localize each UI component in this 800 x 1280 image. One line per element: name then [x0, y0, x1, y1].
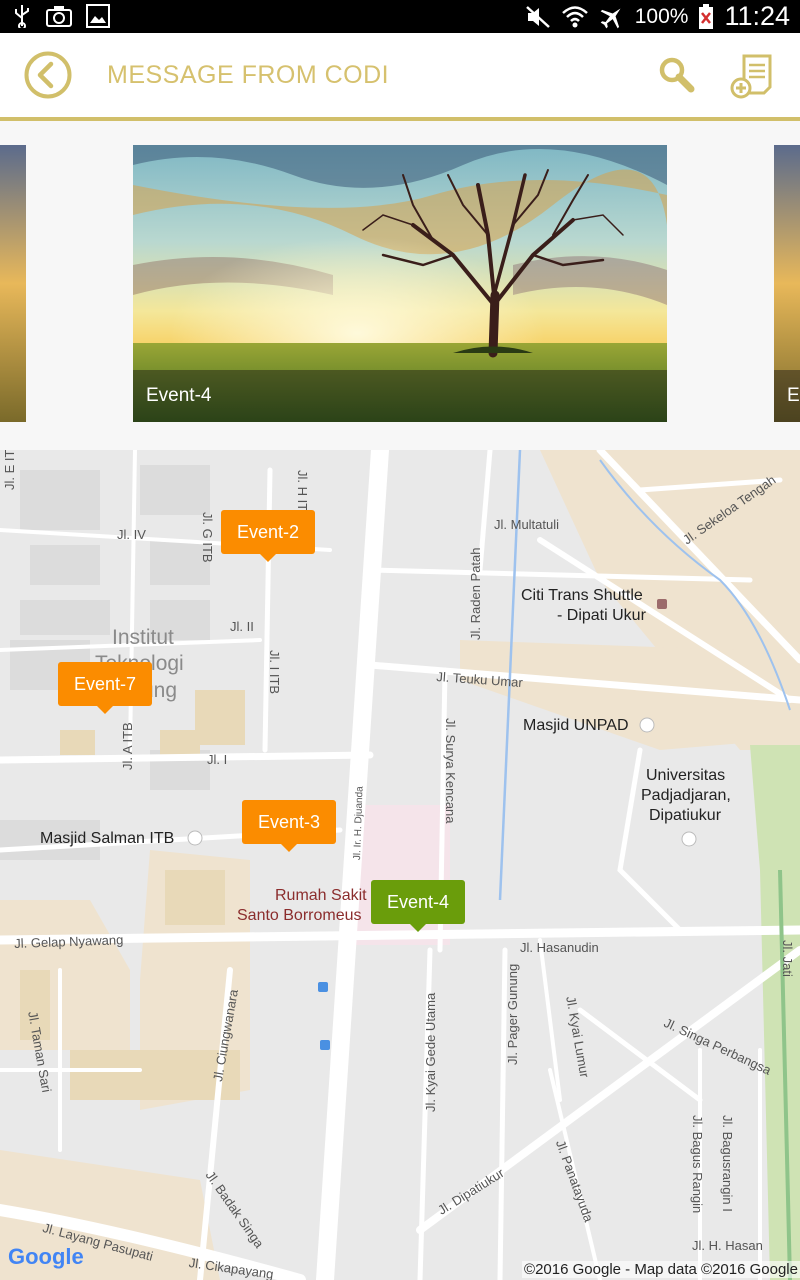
map-street-label: Jl. E ITB — [2, 450, 17, 490]
slide-caption-text: Event-4 — [146, 385, 212, 406]
map-marker-event-7[interactable]: Event-7 — [58, 662, 152, 714]
map-street-label: Jl. Bagusrangin I — [720, 1115, 735, 1212]
marker-label: Event-3 — [257, 812, 321, 832]
google-logo-text: Google — [8, 1244, 84, 1269]
map-street-label: Jl. Pager Gunung — [505, 963, 520, 1065]
marker-label: Event-7 — [73, 674, 137, 694]
map-place-label: Universitas — [646, 767, 726, 784]
map-street-label: Jl. II — [230, 619, 254, 634]
carousel-slide-current[interactable]: Event-4 — [133, 145, 667, 422]
event-carousel[interactable]: Event-4 E — [0, 121, 800, 450]
map-place-label: - Dipati Ukur — [557, 607, 646, 624]
back-button[interactable] — [24, 51, 72, 99]
map-base — [0, 450, 800, 1280]
map-street-label: Jl. Multatuli — [494, 517, 560, 532]
status-bar: 100% 11:24 — [0, 0, 800, 33]
mute-icon — [525, 5, 550, 28]
map-marker-event-4[interactable]: Event-4 — [371, 880, 465, 932]
usb-icon — [15, 5, 29, 28]
event-image — [0, 145, 26, 422]
camera-icon — [46, 6, 72, 27]
map-street-label: Jl. I ITB — [267, 650, 282, 695]
map-place-label: Masjid Salman ITB — [40, 830, 175, 847]
status-right-icons: 100% 11:24 — [525, 0, 790, 33]
wifi-icon — [561, 5, 588, 27]
battery-percent: 100% — [634, 4, 689, 28]
map-view[interactable]: Institut Teknologi ung Citi Trans Shuttl… — [0, 450, 800, 1280]
back-icon — [24, 51, 72, 99]
map-street-label: Jl. I — [207, 752, 228, 767]
map-copyright: ©2016 Google - Map data ©2016 Google — [522, 1261, 800, 1278]
map-street-label: Jl. G ITB — [200, 512, 215, 563]
map-street-label: Jl. H. Hasan — [692, 1238, 763, 1253]
image-icon — [86, 4, 110, 28]
marker-label: Event-2 — [236, 522, 300, 542]
map-street-label: Jl. Surya Kencana — [443, 718, 458, 824]
carousel-slide-next[interactable]: E — [774, 145, 800, 422]
map-marker-event-3[interactable]: Event-3 — [242, 800, 336, 852]
clock: 11:24 — [724, 1, 790, 31]
map-street-label: Jl. Kyai Gede Utama — [423, 992, 438, 1112]
app-bar: MESSAGE FROM CODI — [0, 33, 800, 118]
map-place-label: Dipatiukur — [649, 807, 722, 824]
map-place-label: Rumah Sakit — [275, 887, 367, 904]
map-place-label: Masjid UNPAD — [523, 717, 629, 734]
map-street-label: Jl. Hasanudin — [520, 940, 599, 955]
battery-icon — [699, 3, 714, 29]
map-place-label: Citi Trans Shuttle — [521, 587, 643, 604]
map-street-label: Jl. Bagus Rangin — [690, 1115, 705, 1214]
add-note-icon — [730, 54, 772, 99]
map-place-label: Santo Borromeus — [237, 907, 362, 924]
map-street-label: Jl. A ITB — [120, 722, 135, 770]
page-title: MESSAGE FROM CODI — [107, 61, 390, 89]
map-place-label: Padjadjaran, — [641, 787, 731, 804]
status-left-icons — [12, 4, 110, 28]
add-note-button[interactable] — [730, 53, 776, 99]
slide-caption: E — [774, 370, 800, 422]
map-street-label: Jl. IV — [117, 527, 146, 542]
slide-caption: Event-4 — [133, 370, 667, 422]
marker-label: Event-4 — [386, 892, 450, 912]
map-street-label: Jl. Raden Patah — [468, 547, 483, 640]
slide-caption-text: E — [787, 385, 800, 406]
airplane-icon — [600, 8, 621, 28]
carousel-slide-previous[interactable] — [0, 145, 26, 422]
map-marker-event-2[interactable]: Event-2 — [221, 510, 315, 562]
google-logo[interactable]: Google — [8, 1244, 84, 1270]
search-icon — [659, 57, 695, 93]
search-button[interactable] — [656, 55, 696, 95]
map-street-label: Jl. Jati — [780, 940, 795, 977]
map-place-label: Institut — [112, 626, 174, 649]
